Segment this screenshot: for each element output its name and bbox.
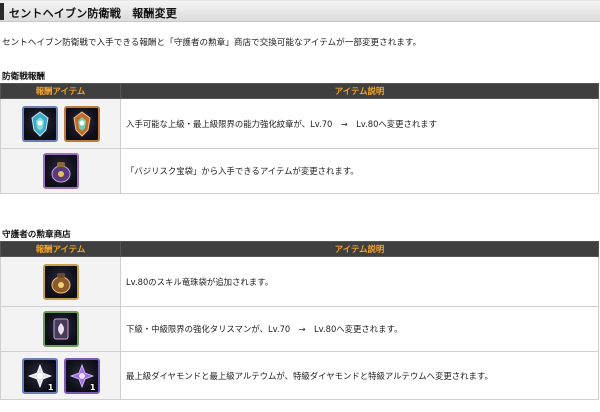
defense-rewards-table: 報酬アイテム アイテム説明 入手可能な上級・最上級限界の能力強化紋章が、Lv.7… <box>0 83 599 194</box>
table-row: 入手可能な上級・最上級限界の能力強化紋章が、Lv.70 → Lv.80へ変更され… <box>0 98 599 149</box>
reward-item-cell: 1 1 <box>0 351 121 400</box>
reward-item-cell <box>0 148 121 194</box>
column-header-reward-item: 報酬アイテム <box>0 241 121 257</box>
section-label-defense-rewards: 防衛戦報酬 <box>2 72 45 82</box>
skill-orb-pouch-icon[interactable] <box>42 263 79 300</box>
table-header-row: 報酬アイテム アイテム説明 <box>0 241 599 257</box>
diamond-icon[interactable]: 1 <box>21 357 58 394</box>
emblem-blue-icon[interactable] <box>21 105 58 142</box>
table-row: 「バジリスク宝袋」から入手できるアイテムが変更されます。 <box>0 148 599 194</box>
intro-text: セントヘイブン防衛戦で入手できる報酬と「守護者の勲章」商店で交換可能なアイテムが… <box>2 38 422 48</box>
reward-item-cell <box>0 256 121 307</box>
column-header-reward-item: 報酬アイテム <box>0 83 121 99</box>
table-row: Lv.80のスキル竜珠袋が追加されます。 <box>0 256 599 307</box>
table-header-row: 報酬アイテム アイテム説明 <box>0 83 599 99</box>
item-quantity: 1 <box>89 382 96 392</box>
talisman-icon[interactable] <box>42 311 79 347</box>
title-accent <box>0 3 4 20</box>
page-title: セントヘイブン防衛戦 報酬変更 <box>9 7 177 20</box>
title-bar: セントヘイブン防衛戦 報酬変更 <box>0 0 600 22</box>
table-row: 1 1 最上級ダイヤモンドと最上級アルテウムが、特級ダイヤモンドと特級アルテウム… <box>0 351 599 400</box>
item-description: 「バジリスク宝袋」から入手できるアイテムが変更されます。 <box>120 148 599 194</box>
emblem-orange-icon[interactable] <box>63 105 100 142</box>
item-description: Lv.80のスキル竜珠袋が追加されます。 <box>120 256 599 307</box>
section-label-guardian-medal-shop: 守護者の勲章商店 <box>2 230 71 240</box>
item-description: 下級・中級限界の強化タリスマンが、Lv.70 → Lv.80へ変更されます。 <box>120 306 599 352</box>
item-quantity: 1 <box>47 382 54 392</box>
table-row: 下級・中級限界の強化タリスマンが、Lv.70 → Lv.80へ変更されます。 <box>0 306 599 352</box>
item-description: 最上級ダイヤモンドと最上級アルテウムが、特級ダイヤモンドと特級アルテウムへ変更さ… <box>120 351 599 400</box>
guardian-shop-table: 報酬アイテム アイテム説明 Lv.80のスキル竜珠袋が追加されます。 下級・中級… <box>0 241 599 400</box>
alteum-icon[interactable]: 1 <box>63 357 100 394</box>
column-header-item-description: アイテム説明 <box>120 83 599 99</box>
item-description: 入手可能な上級・最上級限界の能力強化紋章が、Lv.70 → Lv.80へ変更され… <box>120 98 599 149</box>
basilisk-treasure-bag-icon[interactable] <box>42 153 79 189</box>
reward-item-cell <box>0 306 121 352</box>
column-header-item-description: アイテム説明 <box>120 241 599 257</box>
reward-item-cell <box>0 98 121 149</box>
